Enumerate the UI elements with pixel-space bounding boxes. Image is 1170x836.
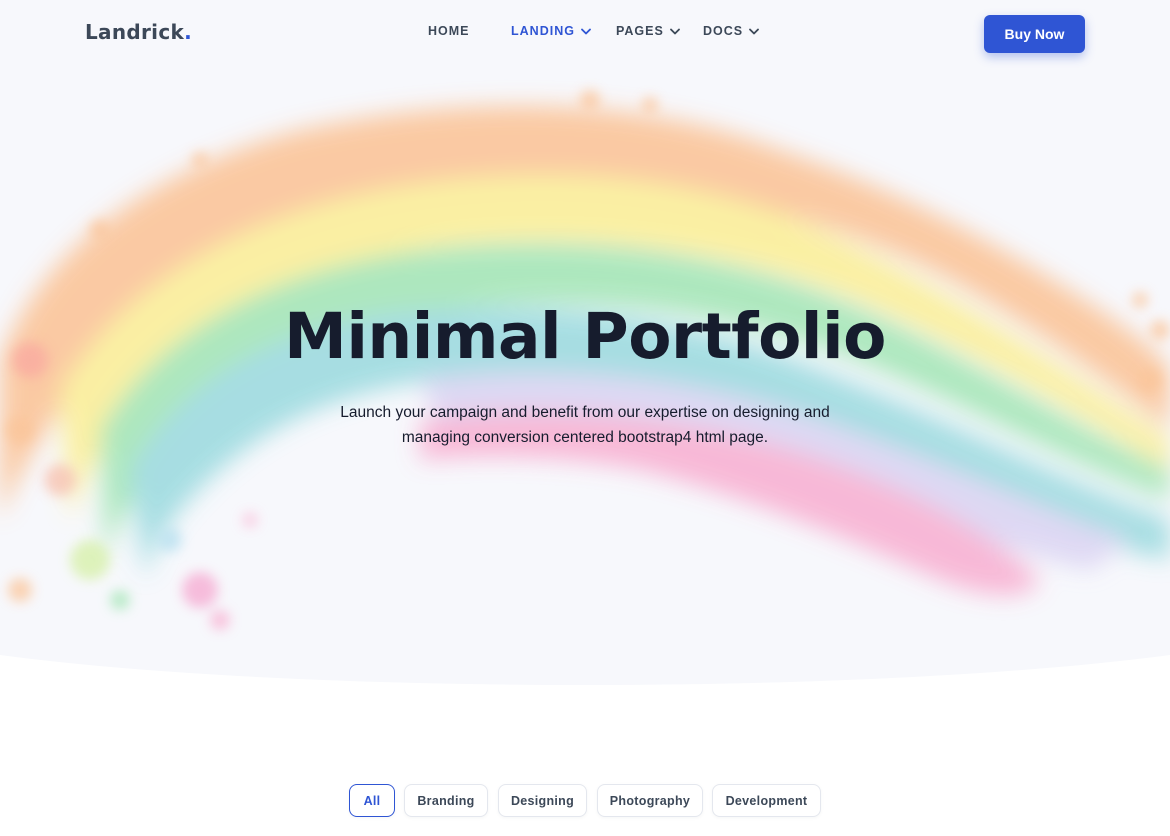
nav-item-label: PAGES (616, 24, 664, 38)
hero-bottom-curve (0, 655, 1170, 700)
nav-item-label: LANDING (511, 24, 575, 38)
filter-development[interactable]: Development (712, 784, 821, 817)
hero-title: Minimal Portfolio (284, 300, 886, 373)
filter-photography[interactable]: Photography (597, 784, 703, 817)
filter-designing[interactable]: Designing (498, 784, 587, 817)
chevron-down-icon (581, 28, 591, 34)
nav-item-home[interactable]: HOME (428, 24, 470, 38)
navbar: Landrick. HOME LANDING PAGES DOCS Buy No… (0, 0, 1170, 66)
portfolio-filters: All Branding Designing Photography Devel… (0, 784, 1170, 818)
filter-branding[interactable]: Branding (404, 784, 488, 817)
chevron-down-icon (749, 28, 760, 34)
filter-all[interactable]: All (349, 784, 395, 817)
hero-subtitle: Launch your campaign and benefit from ou… (340, 404, 830, 446)
nav-item-label: DOCS (703, 24, 744, 38)
buy-now-button[interactable]: Buy Now (984, 15, 1085, 53)
hero-section: Minimal Portfolio Launch your campaign a… (0, 0, 1170, 700)
nav-item-docs[interactable]: DOCS (703, 24, 760, 38)
chevron-down-icon (669, 28, 680, 34)
nav-item-label: HOME (428, 24, 470, 38)
nav-item-landing[interactable]: LANDING (511, 24, 591, 38)
nav-item-pages[interactable]: PAGES (616, 24, 680, 38)
